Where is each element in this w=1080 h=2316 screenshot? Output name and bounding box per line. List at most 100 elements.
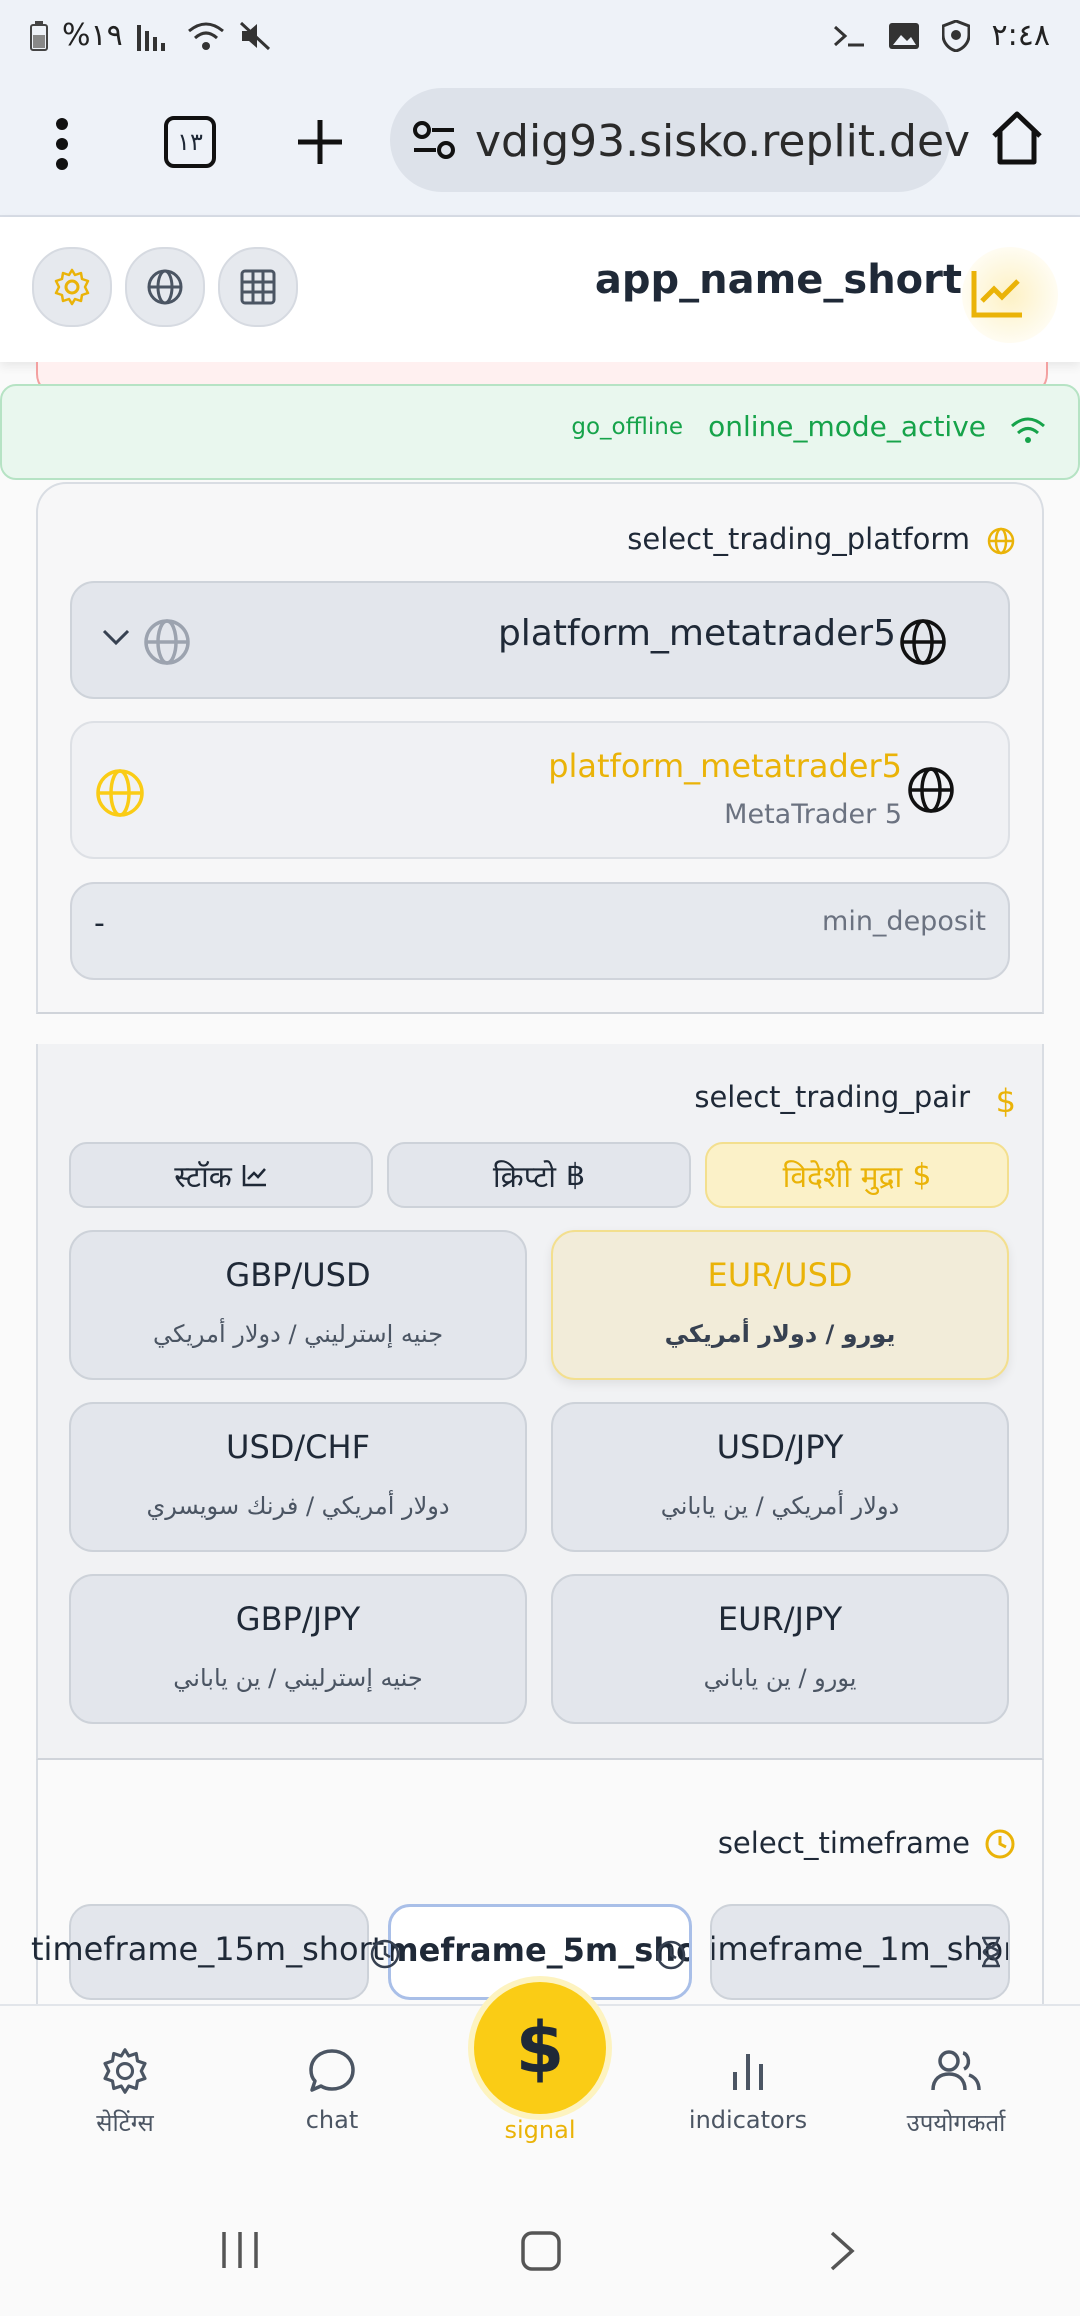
grid-view-button[interactable] bbox=[218, 247, 298, 327]
timeframe-label: timeframe_5m_short bbox=[388, 1931, 689, 1969]
battery-icon bbox=[30, 20, 48, 51]
system-navigation-bar bbox=[0, 2184, 1080, 2316]
language-button[interactable] bbox=[125, 247, 205, 327]
tab-stocks[interactable]: स्टॉक bbox=[69, 1142, 373, 1208]
chart-line-icon bbox=[242, 1163, 268, 1187]
pair-description: يورو / ين ياباني bbox=[703, 1664, 857, 1692]
wifi-icon bbox=[187, 21, 225, 51]
tab-switcher-button[interactable]: ١٣ bbox=[164, 116, 216, 168]
users-icon bbox=[876, 2046, 1036, 2096]
gear-icon bbox=[52, 267, 92, 307]
nav-users[interactable]: उपयोगकर्ता bbox=[876, 2046, 1036, 2139]
tab-crypto-label: क्रिप्टो bbox=[492, 1159, 556, 1195]
pair-code: USD/CHF bbox=[226, 1428, 370, 1466]
browser-toolbar: ١٣ vdig93.sisko.replit.dev bbox=[0, 80, 1080, 217]
pair-description: دولار أمريكي / ين ياباني bbox=[660, 1492, 900, 1520]
battery-percent: %١٩ bbox=[62, 18, 123, 53]
nav-settings[interactable]: सेटिंग्स bbox=[45, 2046, 205, 2139]
timeframe-1m-button[interactable]: timeframe_1m_short bbox=[710, 1904, 1010, 2000]
dollar-icon: $ bbox=[995, 1082, 1016, 1120]
pair-button-gbp-usd[interactable]: GBP/USD جنيه إسترليني / دولار أمريكي bbox=[69, 1230, 527, 1380]
hourglass-icon bbox=[980, 1936, 1002, 1968]
connection-banner: go_offline online_mode_active bbox=[0, 384, 1080, 480]
tab-stocks-label: स्टॉक bbox=[174, 1159, 232, 1195]
grid-icon bbox=[238, 267, 278, 307]
app-logo bbox=[962, 247, 1058, 343]
chart-line-icon bbox=[970, 267, 1026, 319]
min-deposit-row: - min_deposit bbox=[70, 882, 1010, 980]
back-chevron-icon[interactable] bbox=[828, 2230, 856, 2272]
platform-info-title: platform_metatrader5 bbox=[548, 747, 902, 785]
bitcoin-icon: ฿ bbox=[566, 1157, 586, 1193]
pair-description: جنيه إسترليني / ين ياباني bbox=[173, 1664, 423, 1692]
signal-button[interactable]: $ bbox=[474, 1982, 606, 2114]
nav-indicators[interactable]: indicators bbox=[668, 2046, 828, 2134]
clock-icon bbox=[655, 1939, 687, 1971]
wifi-icon bbox=[1010, 414, 1046, 446]
nav-label: सेटिंग्स bbox=[96, 2109, 154, 2137]
pair-button-eur-jpy[interactable]: EUR/JPY يورو / ين ياباني bbox=[551, 1574, 1009, 1724]
tab-crypto[interactable]: क्रिप्टो ฿ bbox=[387, 1142, 691, 1208]
go-offline-link[interactable]: go_offline bbox=[571, 414, 683, 440]
mute-icon bbox=[239, 21, 271, 51]
app-title: app_name_short bbox=[594, 257, 962, 303]
min-deposit-label: min_deposit bbox=[822, 906, 986, 937]
pair-description: دولار أمريكي / فرنك سويسري bbox=[146, 1492, 450, 1520]
dollar-icon: $ bbox=[912, 1157, 932, 1193]
clock-icon bbox=[369, 1938, 401, 1970]
pair-code: EUR/JPY bbox=[717, 1600, 843, 1638]
timeframe-label: timeframe_15m_short bbox=[31, 1930, 385, 1968]
chevron-down-icon bbox=[102, 629, 130, 647]
recent-apps-icon[interactable] bbox=[218, 2230, 262, 2270]
pair-button-eur-usd[interactable]: EUR/USD يورو / دولار أمريكي bbox=[551, 1230, 1009, 1380]
pair-code: GBP/JPY bbox=[235, 1600, 361, 1638]
pair-code: EUR/USD bbox=[707, 1256, 853, 1294]
status-bar: %١٩ ٢:٤٨ bbox=[0, 0, 1080, 80]
timeframe-label: timeframe_1m_short bbox=[710, 1930, 1010, 1968]
url-text: vdig93.sisko.replit.dev bbox=[475, 116, 971, 167]
pair-section-title: select_trading_pair bbox=[694, 1080, 970, 1114]
globe-icon bbox=[986, 526, 1016, 556]
signal-icon bbox=[136, 21, 173, 51]
pair-button-usd-jpy[interactable]: USD/JPY دولار أمريكي / ين ياباني bbox=[551, 1402, 1009, 1552]
clock-time: ٢:٤٨ bbox=[991, 18, 1050, 53]
nav-label: उपयोगकर्ता bbox=[906, 2109, 1006, 2137]
timeframe-15m-button[interactable]: timeframe_15m_short bbox=[31, 1904, 400, 2000]
pair-description: جنيه إسترليني / دولار أمريكي bbox=[152, 1320, 444, 1348]
pair-description: يورو / دولار أمريكي bbox=[664, 1320, 896, 1348]
pair-code: GBP/USD bbox=[225, 1256, 371, 1294]
globe-icon bbox=[142, 617, 192, 667]
online-status-text: online_mode_active bbox=[708, 410, 986, 443]
url-bar[interactable]: vdig93.sisko.replit.dev bbox=[390, 88, 970, 192]
nav-chat[interactable]: chat bbox=[252, 2046, 412, 2134]
home-nav-icon[interactable] bbox=[520, 2230, 562, 2272]
nav-label: signal bbox=[504, 2116, 576, 2144]
tab-count: ١٣ bbox=[177, 128, 203, 156]
timeframe-section-title: select_timeframe bbox=[717, 1826, 970, 1860]
platform-info-card: platform_metatrader5 MetaTrader 5 bbox=[70, 721, 1010, 859]
site-settings-icon[interactable] bbox=[412, 120, 456, 160]
chat-icon bbox=[252, 2046, 412, 2096]
min-deposit-value: - bbox=[94, 906, 105, 941]
pair-button-usd-chf[interactable]: USD/CHF دولار أمريكي / فرنك سويسري bbox=[69, 1402, 527, 1552]
image-icon bbox=[888, 21, 920, 51]
bar-chart-icon bbox=[668, 2046, 828, 2096]
terminal-icon bbox=[832, 21, 866, 51]
pair-button-gbp-jpy[interactable]: GBP/JPY جنيه إسترليني / ين ياباني bbox=[69, 1574, 527, 1724]
clock-icon bbox=[984, 1828, 1016, 1860]
nav-label: chat bbox=[305, 2106, 359, 2134]
globe-icon bbox=[145, 267, 185, 307]
gear-icon bbox=[45, 2046, 205, 2096]
shield-icon bbox=[941, 19, 970, 52]
globe-icon bbox=[898, 617, 948, 667]
settings-button[interactable] bbox=[32, 247, 112, 327]
globe-icon bbox=[94, 767, 146, 819]
tab-forex[interactable]: विदेशी मुद्रा $ bbox=[705, 1142, 1009, 1208]
home-icon[interactable] bbox=[990, 110, 1044, 166]
new-tab-icon[interactable] bbox=[296, 118, 344, 166]
more-menu-icon[interactable] bbox=[42, 114, 82, 174]
globe-icon bbox=[906, 765, 956, 815]
app-header: app_name_short bbox=[0, 217, 1080, 362]
platform-select[interactable]: platform_metatrader5 bbox=[70, 581, 1010, 699]
platform-info-subtitle: MetaTrader 5 bbox=[724, 799, 902, 830]
